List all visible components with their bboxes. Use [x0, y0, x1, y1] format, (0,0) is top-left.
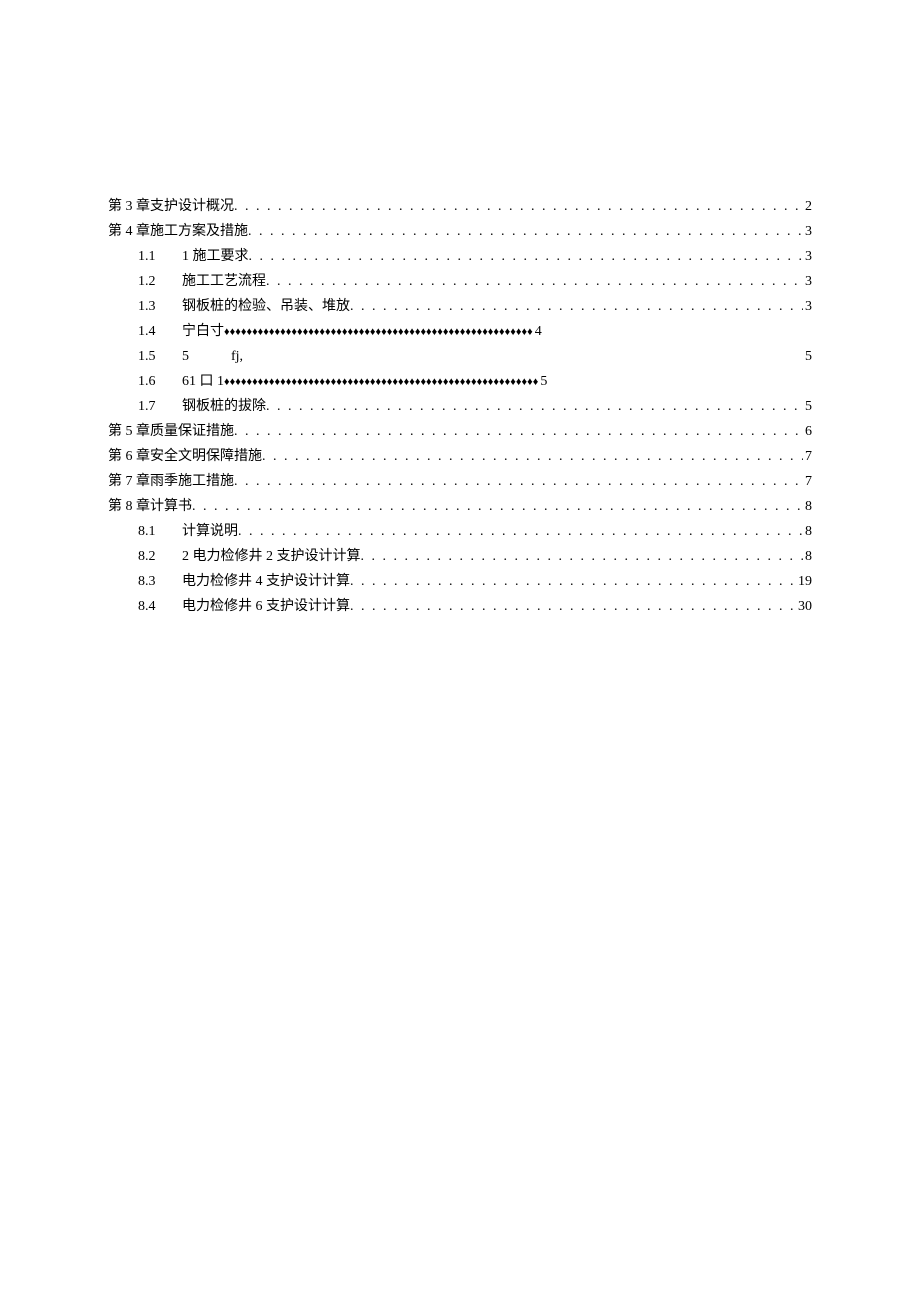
toc-row: 1.3钢板桩的检验、吊装、堆放 3 — [108, 300, 812, 325]
toc-row: 1.7钢板桩的拔除 5 — [108, 400, 812, 425]
toc-row: 8.4电力检修井 6 支护设计计算 30 — [108, 600, 812, 625]
toc-leader — [248, 225, 803, 239]
toc-number: 1.2 — [138, 275, 182, 289]
toc-label: 施工工艺流程 — [182, 275, 266, 289]
toc-row: 第 4 章施工方案及措施 3 — [108, 225, 812, 250]
toc-number: 1.1 — [138, 250, 182, 264]
toc-page-number: 8 — [803, 550, 812, 564]
toc-label: 第 6 章安全文明保障措施 — [108, 450, 262, 464]
toc-label: 钢板桩的检验、吊装、堆放 — [182, 300, 350, 314]
toc-label: 计算说明 — [182, 525, 238, 539]
toc-label: 宁白寸 — [182, 325, 224, 339]
toc-page-number: 3 — [803, 275, 812, 289]
toc-leader — [192, 500, 803, 514]
toc-page-number: 5 — [538, 375, 547, 389]
toc-page-number: 30 — [796, 600, 812, 614]
toc-row: 1.661 口 1♦♦♦♦♦♦♦♦♦♦♦♦♦♦♦♦♦♦♦♦♦♦♦♦♦♦♦♦♦♦♦… — [108, 375, 812, 400]
toc-label: 61 口 1 — [182, 375, 224, 389]
toc-label: 第 7 章雨季施工措施 — [108, 475, 234, 489]
toc-leader — [266, 275, 803, 289]
toc-leader: ♦♦♦♦♦♦♦♦♦♦♦♦♦♦♦♦♦♦♦♦♦♦♦♦♦♦♦♦♦♦♦♦♦♦♦♦♦♦♦♦… — [224, 377, 538, 388]
toc-page-number: 8 — [803, 525, 812, 539]
toc-page-number: 7 — [803, 450, 812, 464]
toc-page-number: 5 — [803, 350, 812, 364]
toc-leader — [234, 200, 803, 214]
toc-row: 1.2施工工艺流程 3 — [108, 275, 812, 300]
toc-number: 8.4 — [138, 600, 182, 614]
toc-page-number: 3 — [803, 300, 812, 314]
toc-row: 8.1计算说明 8 — [108, 525, 812, 550]
toc-page-number: 3 — [803, 250, 812, 264]
toc-row: 8.3电力检修井 4 支护设计计算 19 — [108, 575, 812, 600]
toc-number: 8.3 — [138, 575, 182, 589]
toc-number: 1.5 — [138, 350, 182, 364]
toc-number: 1.4 — [138, 325, 182, 339]
toc-leader — [350, 575, 796, 589]
toc-label: 钢板桩的拔除 — [182, 400, 266, 414]
toc-leader — [266, 400, 803, 414]
toc-page-number: 2 — [803, 200, 812, 214]
toc-page-number: 7 — [803, 475, 812, 489]
toc-row: 第 3 章支护设计概况 2 — [108, 200, 812, 225]
toc-row: 第 8 章计算书 8 — [108, 500, 812, 525]
toc-label: 1 施工要求 — [182, 250, 249, 264]
toc-label: 第 8 章计算书 — [108, 500, 192, 514]
toc-label: 5 fj, — [182, 350, 243, 364]
toc-page-number: 4 — [533, 325, 542, 339]
toc-label: 第 3 章支护设计概况 — [108, 200, 234, 214]
toc-label: 电力检修井 6 支护设计计算 — [182, 600, 350, 614]
toc-leader — [238, 525, 803, 539]
toc-label: 2 电力检修井 2 支护设计计算 — [182, 550, 361, 564]
toc-leader — [249, 250, 804, 264]
toc-row: 第 5 章质量保证措施 6 — [108, 425, 812, 450]
toc-leader — [350, 300, 803, 314]
toc-row: 1.11 施工要求 3 — [108, 250, 812, 275]
toc-row: 第 7 章雨季施工措施 7 — [108, 475, 812, 500]
toc-number: 1.3 — [138, 300, 182, 314]
toc-row: 1.55 fj, 5 — [108, 350, 812, 375]
toc-page-number: 19 — [796, 575, 812, 589]
toc-leader — [234, 425, 803, 439]
toc-row: 第 6 章安全文明保障措施 7 — [108, 450, 812, 475]
toc-number: 8.1 — [138, 525, 182, 539]
toc-leader — [234, 475, 803, 489]
toc-page-number: 5 — [803, 400, 812, 414]
toc-page-number: 8 — [803, 500, 812, 514]
toc-page: 第 3 章支护设计概况2第 4 章施工方案及措施31.11 施工要求31.2施工… — [0, 0, 920, 1301]
toc-leader — [361, 550, 804, 564]
toc-number: 8.2 — [138, 550, 182, 564]
toc-leader — [350, 600, 796, 614]
toc-label: 第 4 章施工方案及措施 — [108, 225, 248, 239]
toc-row: 1.4宁白寸♦♦♦♦♦♦♦♦♦♦♦♦♦♦♦♦♦♦♦♦♦♦♦♦♦♦♦♦♦♦♦♦♦♦… — [108, 325, 812, 350]
toc-page-number: 3 — [803, 225, 812, 239]
toc-label: 第 5 章质量保证措施 — [108, 425, 234, 439]
toc-row: 8.22 电力检修井 2 支护设计计算 8 — [108, 550, 812, 575]
toc-label: 电力检修井 4 支护设计计算 — [182, 575, 350, 589]
toc-leader: ♦♦♦♦♦♦♦♦♦♦♦♦♦♦♦♦♦♦♦♦♦♦♦♦♦♦♦♦♦♦♦♦♦♦♦♦♦♦♦♦… — [224, 327, 533, 338]
toc-number: 1.6 — [138, 375, 182, 389]
toc-page-number: 6 — [803, 425, 812, 439]
toc-number: 1.7 — [138, 400, 182, 414]
toc-leader — [262, 450, 803, 464]
